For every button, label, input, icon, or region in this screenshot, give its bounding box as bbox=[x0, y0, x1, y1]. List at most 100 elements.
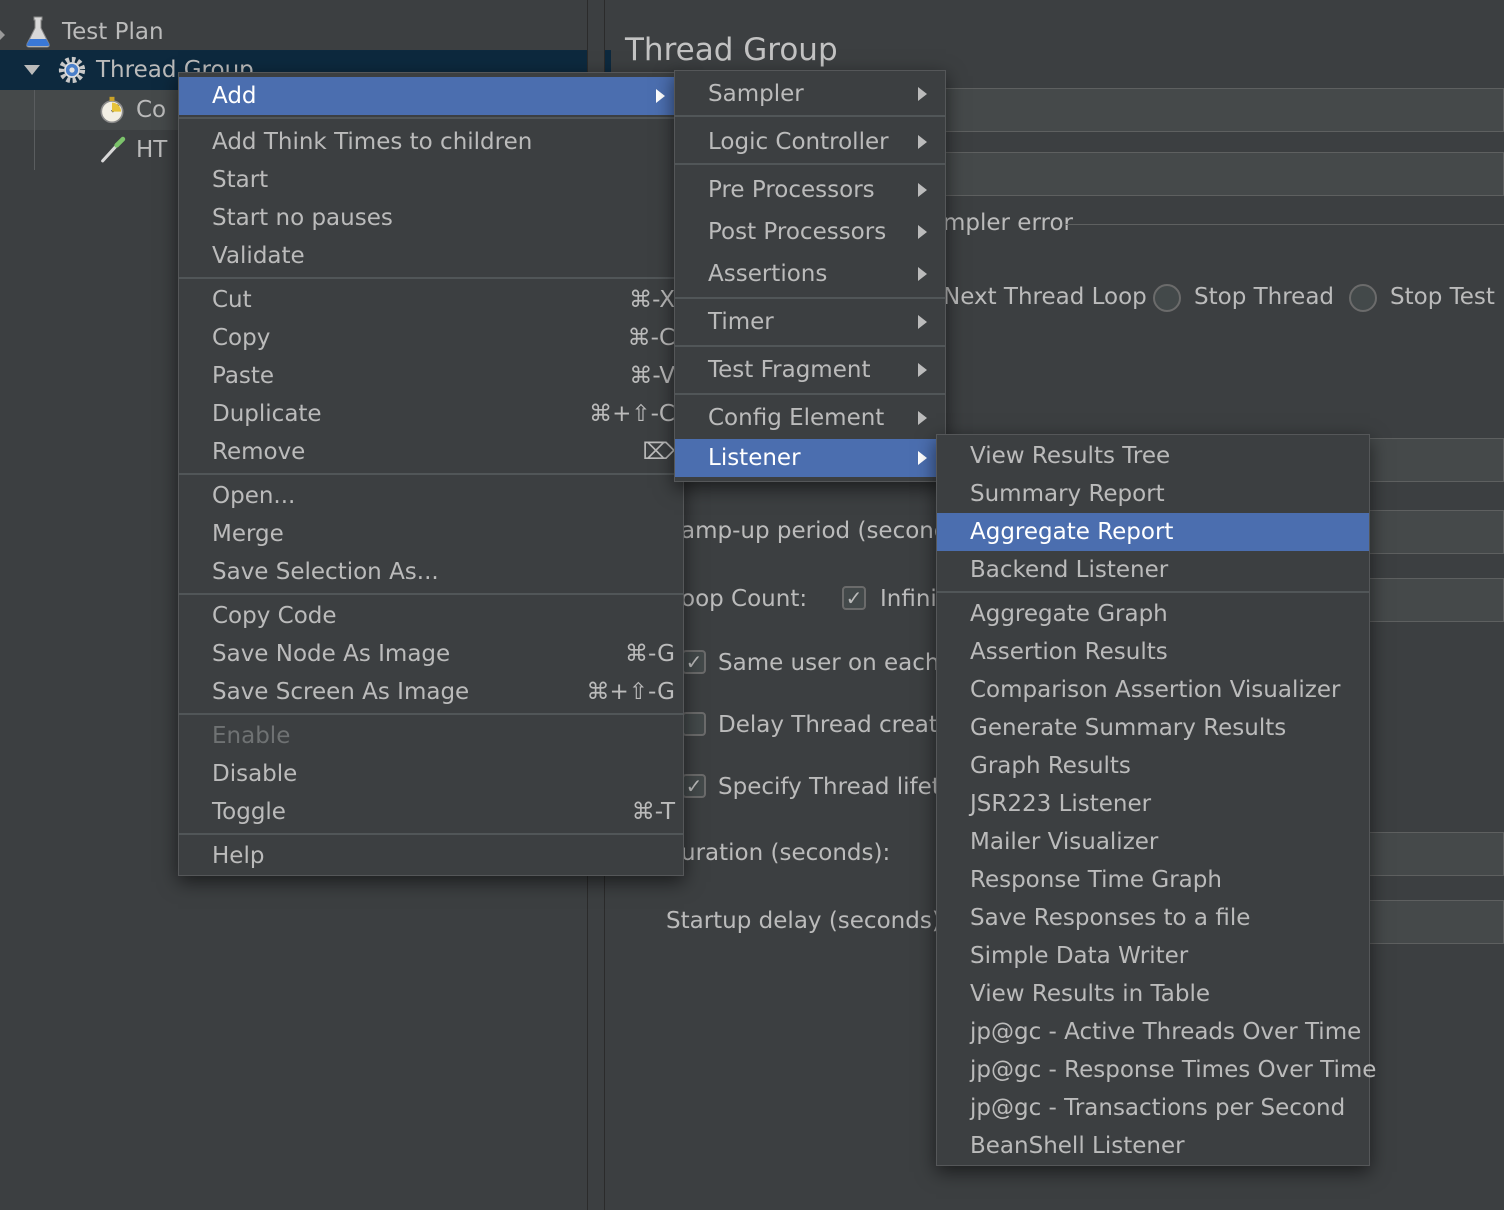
menu-item-jsr223-listener[interactable]: JSR223 Listener bbox=[937, 785, 1369, 823]
chevron-right-icon bbox=[656, 89, 665, 103]
shortcut-label: ⌘+⇧-G bbox=[586, 679, 675, 705]
radio-stop-test-label: Stop Test bbox=[1390, 284, 1495, 310]
menu-item-jp-gc-active-threads-over-time[interactable]: jp@gc - Active Threads Over Time bbox=[937, 1013, 1369, 1051]
menu-item-label: jp@gc - Active Threads Over Time bbox=[970, 1019, 1362, 1045]
menu-item-paste[interactable]: Paste ⌘-V bbox=[179, 357, 683, 395]
menu-separator bbox=[675, 163, 945, 165]
menu-separator bbox=[675, 115, 945, 117]
menu-item-remove[interactable]: Remove ⌦ bbox=[179, 433, 683, 471]
menu-item-comparison-assertion-visualizer[interactable]: Comparison Assertion Visualizer bbox=[937, 671, 1369, 709]
startup-delay-field[interactable] bbox=[1369, 900, 1504, 944]
menu-item-open[interactable]: Open... bbox=[179, 477, 683, 515]
menu-item-post-processors[interactable]: Post Processors bbox=[675, 213, 945, 251]
ramp-up-field[interactable] bbox=[1369, 510, 1504, 554]
menu-item-disable[interactable]: Disable bbox=[179, 755, 683, 793]
menu-item-label: Timer bbox=[708, 309, 774, 335]
menu-item-jp-gc-response-times-over-time[interactable]: jp@gc - Response Times Over Time bbox=[937, 1051, 1376, 1089]
tree-item-label: Co bbox=[136, 97, 167, 123]
menu-separator bbox=[179, 277, 683, 279]
tree-item-test-plan[interactable]: Test Plan bbox=[0, 12, 611, 52]
infinite-checkbox[interactable]: ✓ bbox=[842, 586, 866, 610]
menu-separator bbox=[179, 833, 683, 835]
menu-item-validate[interactable]: Validate bbox=[179, 237, 683, 275]
menu-item-view-results-tree[interactable]: View Results Tree bbox=[937, 437, 1369, 475]
menu-item-label: Merge bbox=[212, 521, 284, 547]
menu-item-timer[interactable]: Timer bbox=[675, 303, 945, 341]
menu-item-copy[interactable]: Copy ⌘-C bbox=[179, 319, 683, 357]
menu-item-mailer-visualizer[interactable]: Mailer Visualizer bbox=[937, 823, 1369, 861]
menu-item-listener[interactable]: Listener bbox=[675, 439, 945, 477]
menu-item-label: Sampler bbox=[708, 81, 804, 107]
tree-guide-line bbox=[34, 90, 35, 170]
same-user-checkbox[interactable]: ✓ bbox=[682, 650, 706, 674]
menu-item-add-think-times[interactable]: Add Think Times to children bbox=[179, 123, 683, 161]
menu-item-simple-data-writer[interactable]: Simple Data Writer bbox=[937, 937, 1369, 975]
duration-field[interactable] bbox=[1369, 832, 1504, 876]
menu-item-graph-results[interactable]: Graph Results bbox=[937, 747, 1369, 785]
shortcut-label: ⌘-V bbox=[629, 363, 675, 389]
num-threads-field[interactable] bbox=[1369, 438, 1504, 482]
menu-item-duplicate[interactable]: Duplicate ⌘+⇧-C bbox=[179, 395, 683, 433]
menu-item-add[interactable]: Add bbox=[179, 77, 683, 115]
menu-item-aggregate-report[interactable]: Aggregate Report bbox=[937, 513, 1369, 551]
name-field[interactable] bbox=[925, 88, 1504, 132]
menu-item-save-screen-as-image[interactable]: Save Screen As Image ⌘+⇧-G bbox=[179, 673, 683, 711]
specify-lifetime-label: Specify Thread lifeti bbox=[718, 774, 948, 800]
menu-item-response-time-graph[interactable]: Response Time Graph bbox=[937, 861, 1369, 899]
shortcut-label: ⌘-T bbox=[631, 799, 675, 825]
flask-icon bbox=[24, 16, 52, 48]
menu-item-help[interactable]: Help bbox=[179, 837, 683, 875]
chevron-right-icon bbox=[918, 267, 927, 281]
delay-thread-checkbox[interactable] bbox=[682, 712, 706, 736]
chevron-down-icon[interactable] bbox=[24, 65, 40, 75]
menu-item-config-element[interactable]: Config Element bbox=[675, 399, 945, 437]
menu-item-aggregate-graph[interactable]: Aggregate Graph bbox=[937, 595, 1369, 633]
menu-item-copy-code[interactable]: Copy Code bbox=[179, 597, 683, 635]
radio-stop-test[interactable] bbox=[1349, 284, 1377, 312]
menu-item-save-responses-to-a-file[interactable]: Save Responses to a file bbox=[937, 899, 1369, 937]
menu-separator bbox=[179, 713, 683, 715]
menu-item-save-selection-as[interactable]: Save Selection As... bbox=[179, 553, 683, 591]
menu-item-jp-gc-transactions-per-second[interactable]: jp@gc - Transactions per Second bbox=[937, 1089, 1369, 1127]
menu-item-enable: Enable bbox=[179, 717, 683, 755]
menu-item-assertions[interactable]: Assertions bbox=[675, 255, 945, 293]
menu-item-logic-controller[interactable]: Logic Controller bbox=[675, 123, 945, 161]
menu-item-label: Paste bbox=[212, 363, 275, 389]
menu-separator bbox=[675, 393, 945, 395]
radio-stop-thread[interactable] bbox=[1153, 284, 1181, 312]
menu-item-label: Response Time Graph bbox=[970, 867, 1222, 893]
menu-item-label: Save Node As Image bbox=[212, 641, 451, 667]
menu-item-label: jp@gc - Response Times Over Time bbox=[970, 1057, 1377, 1083]
menu-item-cut[interactable]: Cut ⌘-X bbox=[179, 281, 683, 319]
menu-item-assertion-results[interactable]: Assertion Results bbox=[937, 633, 1369, 671]
comments-field[interactable] bbox=[925, 152, 1504, 196]
menu-item-label: Assertions bbox=[708, 261, 828, 287]
stopwatch-icon bbox=[98, 95, 126, 125]
menu-item-view-results-in-table[interactable]: View Results in Table bbox=[937, 975, 1369, 1013]
menu-item-sampler[interactable]: Sampler bbox=[675, 75, 945, 113]
menu-item-label: Assertion Results bbox=[970, 639, 1168, 665]
page-title: Thread Group bbox=[625, 32, 838, 68]
tree-item-label: HT bbox=[136, 137, 168, 163]
menu-item-generate-summary-results[interactable]: Generate Summary Results bbox=[937, 709, 1369, 747]
menu-item-beanshell-listener[interactable]: BeanShell Listener bbox=[937, 1127, 1369, 1165]
loop-count-field[interactable] bbox=[1369, 578, 1504, 622]
specify-lifetime-checkbox[interactable]: ✓ bbox=[682, 774, 706, 798]
menu-item-merge[interactable]: Merge bbox=[179, 515, 683, 553]
context-menu: Add Add Think Times to children Start St… bbox=[178, 72, 684, 876]
menu-item-label: Start bbox=[212, 167, 269, 193]
menu-item-label: Cut bbox=[212, 287, 252, 313]
menu-item-summary-report[interactable]: Summary Report bbox=[937, 475, 1369, 513]
menu-item-test-fragment[interactable]: Test Fragment bbox=[675, 351, 945, 389]
menu-item-start-no-pauses[interactable]: Start no pauses bbox=[179, 199, 683, 237]
menu-item-label: Aggregate Graph bbox=[970, 601, 1168, 627]
menu-item-backend-listener[interactable]: Backend Listener bbox=[937, 551, 1369, 589]
menu-item-label: Simple Data Writer bbox=[970, 943, 1189, 969]
loop-count-label: oop Count: bbox=[681, 586, 808, 612]
menu-item-toggle[interactable]: Toggle ⌘-T bbox=[179, 793, 683, 831]
menu-separator bbox=[937, 591, 1369, 593]
menu-item-pre-processors[interactable]: Pre Processors bbox=[675, 171, 945, 209]
menu-item-save-node-as-image[interactable]: Save Node As Image ⌘-G bbox=[179, 635, 683, 673]
chevron-right-icon bbox=[918, 411, 927, 425]
menu-item-start[interactable]: Start bbox=[179, 161, 683, 199]
